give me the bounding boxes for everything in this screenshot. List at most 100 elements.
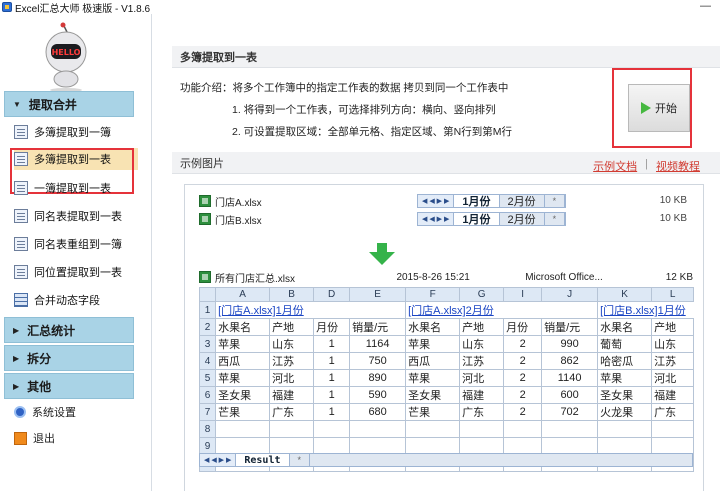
cell: 西瓜 xyxy=(405,352,461,370)
cell: 圣女果 xyxy=(215,386,271,404)
cell: 苹果 xyxy=(597,369,653,387)
cell: 702 xyxy=(541,403,599,421)
cell: 1 xyxy=(313,352,351,370)
cell: 火龙果 xyxy=(597,403,653,421)
new-sheet-icon: * xyxy=(544,195,566,207)
nav-item-same-name-to-sheet[interactable]: 同名表提取到一表 xyxy=(14,205,138,227)
cell: 广东 xyxy=(651,403,695,421)
cell xyxy=(215,437,271,455)
minimize-button[interactable]: — xyxy=(700,0,711,12)
column-header: I xyxy=(503,287,543,302)
cell: 2 xyxy=(503,369,543,387)
title-bar: Excel汇总大师 极速版 - V1.8.6 — xyxy=(0,0,720,15)
section-other[interactable]: ▶ 其他 xyxy=(4,373,134,399)
row-header: 6 xyxy=(198,386,217,404)
cell: 2 xyxy=(503,386,543,404)
result-spreadsheet: A B D E F G I J K L 1 [门店A.xlsx]1月份 [门店A… xyxy=(198,287,695,472)
file-name: 门店B.xlsx xyxy=(215,215,262,227)
result-file-type: Microsoft Office... xyxy=(525,271,603,283)
cell: 1 xyxy=(313,369,351,387)
sample-doc-link[interactable]: 示例文档 xyxy=(593,158,637,174)
nav-item-one-book-to-sheet[interactable]: 一簿提取到一表 xyxy=(14,177,138,199)
cell: 河北 xyxy=(459,369,505,387)
column-header: B xyxy=(269,287,315,302)
cell: 芒果 xyxy=(405,403,461,421)
table-icon xyxy=(14,293,28,307)
section-summary-stats[interactable]: ▶ 汇总统计 xyxy=(4,317,134,343)
start-label: 开始 xyxy=(655,103,677,115)
nav-item-same-name-regroup[interactable]: 同名表重组到一簿 xyxy=(14,233,138,255)
cell: 600 xyxy=(541,386,599,404)
header-cell: 水果名 xyxy=(215,318,271,336)
nav-item-multi-book-to-book[interactable]: 多簿提取到一簿 xyxy=(14,121,138,143)
cell xyxy=(651,437,695,455)
play-icon xyxy=(641,102,651,114)
cell xyxy=(313,420,351,438)
cell: 2 xyxy=(503,352,543,370)
sheet-tab-strip: ◀ ◀ ▶ ▶ 1月份 2月份 * xyxy=(417,212,567,226)
sheet-nav-arrows: ◀ ◀ ▶ ▶ xyxy=(418,213,455,225)
cell: 苹果 xyxy=(215,369,271,387)
table-row: 1 [门店A.xlsx]1月份 [门店A.xlsx]2月份 [门店B.xlsx]… xyxy=(198,301,694,319)
cell: 山东 xyxy=(651,335,695,353)
excel-file-icon xyxy=(199,271,211,283)
result-file-name: 所有门店汇总.xlsx xyxy=(215,273,295,285)
row-header: 8 xyxy=(198,420,217,438)
start-button[interactable]: 开始 xyxy=(628,84,690,132)
cell: 江苏 xyxy=(651,352,695,370)
cell xyxy=(503,420,543,438)
app-icon xyxy=(2,2,12,12)
robot-mascot-icon: HELLO xyxy=(45,22,87,92)
description-point-2: 2. 可设置提取区域：全部单元格、指定区域、第N行到第M行 xyxy=(232,126,513,138)
cell: 广东 xyxy=(269,403,315,421)
section-split[interactable]: ▶ 拆分 xyxy=(4,345,134,371)
nav-item-merge-dynamic-fields[interactable]: 合并动态字段 xyxy=(14,289,138,311)
nav-item-label: 多簿提取到一簿 xyxy=(34,127,111,139)
table-row: 2 水果名 产地 月份 销量/元 水果名 产地 月份 销量/元 水果名 产地 xyxy=(198,318,695,336)
page-title: 多簿提取到一表 xyxy=(172,46,720,68)
cell: 圣女果 xyxy=(597,386,653,404)
section-extract-merge[interactable]: ▼ 提取合并 xyxy=(4,91,134,117)
document-icon xyxy=(14,181,28,195)
cell: 江苏 xyxy=(459,352,505,370)
help-links: 示例文档 | 视频教程 xyxy=(593,158,700,174)
sheet-tab: 2月份 xyxy=(499,195,545,208)
cell xyxy=(313,437,351,455)
result-sheet-tab: Result xyxy=(236,454,290,466)
cell: 福建 xyxy=(651,386,695,404)
table-row: 9 xyxy=(198,437,695,455)
cell: 哈密瓜 xyxy=(597,352,653,370)
cell xyxy=(503,437,543,455)
header-cell: 产地 xyxy=(269,318,315,336)
result-file-row: 所有门店汇总.xlsx 2015-8-26 15:21 Microsoft Of… xyxy=(199,269,693,285)
table-row: 3 苹果 山东 1 1164 苹果 山东 2 990 葡萄 山东 xyxy=(198,335,695,353)
section-label: 提取合并 xyxy=(28,97,77,112)
cell xyxy=(459,420,505,438)
sheet-tab-active: 1月份 xyxy=(454,195,500,208)
nav-item-label: 同位置提取到一表 xyxy=(34,267,122,279)
header-cell: 水果名 xyxy=(405,318,461,336)
group-title-cell: [门店A.xlsx]2月份 xyxy=(405,301,598,319)
system-settings-button[interactable]: 系统设置 xyxy=(14,401,76,423)
cell: 河北 xyxy=(269,369,315,387)
exit-button[interactable]: 退出 xyxy=(14,427,55,449)
cell xyxy=(405,437,461,455)
video-tutorial-link[interactable]: 视频教程 xyxy=(656,158,700,174)
sidebar: HELLO ▼ 提取合并 多簿提取到一簿 多簿提取到一表 一簿提取到一表 同名表… xyxy=(0,14,152,491)
nav-item-same-position-to-sheet[interactable]: 同位置提取到一表 xyxy=(14,261,138,283)
cell xyxy=(349,420,407,438)
cell: 福建 xyxy=(459,386,505,404)
function-description: 功能介绍：将多个工作簿中的指定工作表的数据 拷贝到同一个工作表中 xyxy=(180,82,509,94)
exit-label: 退出 xyxy=(33,433,55,445)
table-row: 6 圣女果 福建 1 590 圣女果 福建 2 600 圣女果 福建 xyxy=(198,386,695,404)
cell xyxy=(269,420,315,438)
excel-file-icon xyxy=(199,213,211,225)
cell xyxy=(541,420,599,438)
cell: 葡萄 xyxy=(597,335,653,353)
column-header: K xyxy=(597,287,653,302)
column-header: D xyxy=(313,287,351,302)
collapse-icon: ▶ xyxy=(13,381,20,391)
document-icon xyxy=(14,125,28,139)
exit-icon xyxy=(14,431,27,445)
sheet-tab-active: 1月份 xyxy=(454,213,500,226)
